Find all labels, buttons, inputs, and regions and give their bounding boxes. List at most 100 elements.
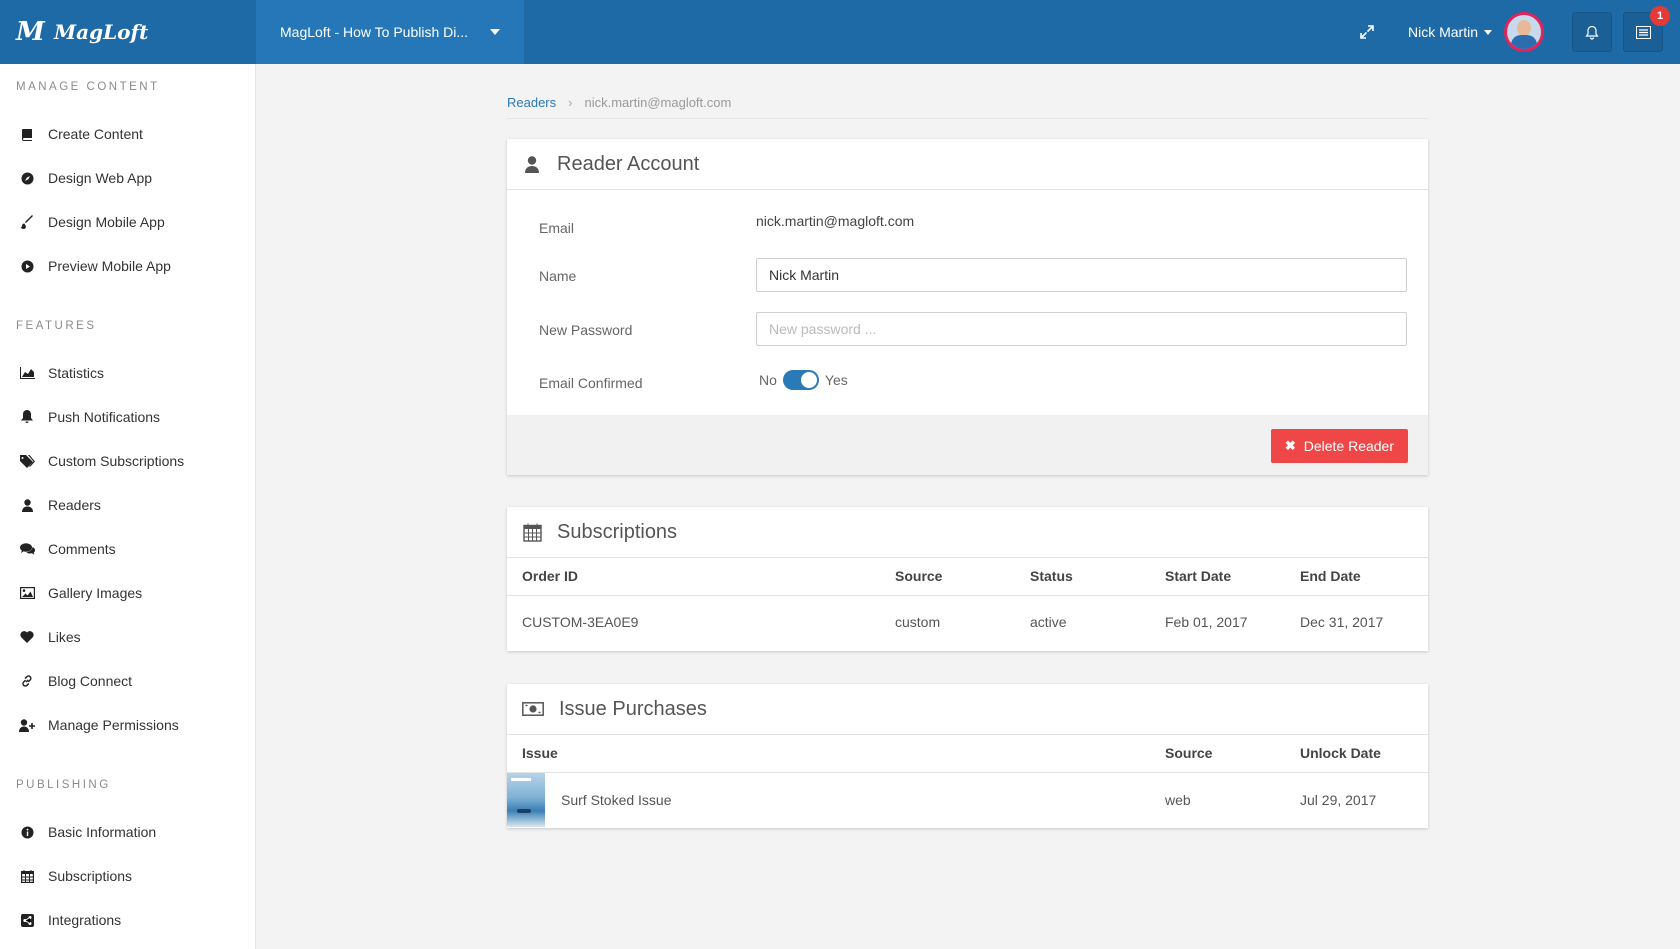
column-header: Status (1030, 558, 1165, 596)
sidebar: MANAGE CONTENT Create Content Design Web… (0, 64, 256, 949)
card-title: Issue Purchases (559, 697, 707, 720)
start-date-cell: Feb 01, 2017 (1165, 614, 1248, 631)
sidebar-item-subscriptions[interactable]: Subscriptions (0, 858, 255, 894)
user-icon (521, 153, 543, 175)
delete-reader-button[interactable]: ✖ Delete Reader (1270, 429, 1408, 463)
top-navbar: M MagLoft MagLoft - How To Publish Di...… (0, 0, 1680, 64)
sidebar-heading: MANAGE CONTENT (16, 81, 160, 93)
info-circle-icon (18, 824, 36, 840)
new-password-field[interactable] (756, 312, 1407, 346)
name-label: Name (539, 268, 577, 284)
sidebar-item-label: Preview Mobile App (48, 258, 171, 274)
end-date-cell: Dec 31, 2017 (1300, 614, 1384, 631)
status-cell: active (1030, 614, 1067, 631)
issue-purchases-table: Issue Source Unlock Date Surf Stoked Iss… (507, 735, 1428, 827)
comments-icon (18, 541, 36, 557)
breadcrumb: Readers › nick.martin@magloft.com (507, 95, 731, 110)
order-id-cell: CUSTOM-3EA0E9 (522, 614, 639, 631)
sidebar-item-label: Design Mobile App (48, 214, 165, 230)
email-label: Email (539, 220, 575, 236)
user-menu[interactable]: Nick Martin (1408, 0, 1493, 64)
list-icon (1635, 25, 1651, 39)
card-footer: ✖ Delete Reader (507, 415, 1428, 475)
delete-reader-label: Delete Reader (1303, 438, 1394, 454)
sidebar-item-likes[interactable]: Likes (0, 619, 255, 655)
sidebar-item-label: Design Web App (48, 170, 153, 186)
sidebar-item-label: Basic Information (48, 824, 157, 840)
sidebar-item-integrations[interactable]: Integrations (0, 902, 255, 938)
sidebar-item-push-notifications[interactable]: Push Notifications (0, 399, 255, 435)
card-title: Subscriptions (557, 520, 678, 543)
share-icon (18, 912, 36, 928)
table-row[interactable]: CUSTOM-3EA0E9 custom active Feb 01, 2017… (507, 595, 1428, 649)
table-row[interactable]: Surf Stoked Issue web Jul 29, 2017 (507, 772, 1428, 827)
sidebar-item-readers[interactable]: Readers (0, 487, 255, 523)
magloft-logo-icon: M (16, 17, 45, 47)
toggle-on-label: Yes (824, 372, 848, 388)
issue-cell: Surf Stoked Issue (507, 772, 1165, 827)
breadcrumb-current: nick.martin@magloft.com (584, 95, 732, 110)
issue-purchases-card: Issue Purchases Issue Source Unlock Date… (507, 684, 1428, 828)
user-plus-icon (18, 717, 36, 733)
sidebar-item-label: Manage Permissions (48, 717, 179, 733)
compass-icon (18, 170, 36, 186)
sidebar-item-custom-subscriptions[interactable]: Custom Subscriptions (0, 443, 255, 479)
sidebar-item-statistics[interactable]: Statistics (0, 355, 255, 391)
project-name: MagLoft - How To Publish Di... (280, 24, 469, 40)
reader-account-header: Reader Account (507, 139, 1428, 190)
sidebar-item-design-mobile-app[interactable]: Design Mobile App (0, 204, 255, 240)
source-cell: custom (895, 614, 941, 631)
sidebar-item-gallery-images[interactable]: Gallery Images (0, 575, 255, 611)
notification-count-badge: 1 (1650, 6, 1670, 26)
subscriptions-card: Subscriptions Order ID Source Status Sta… (507, 507, 1428, 651)
issue-name: Surf Stoked Issue (561, 791, 672, 808)
tags-icon (18, 453, 36, 469)
sidebar-item-label: Integrations (48, 912, 122, 928)
toggle-off-label: No (759, 372, 777, 388)
column-header: End Date (1300, 558, 1428, 596)
close-icon: ✖ (1284, 438, 1296, 453)
play-circle-icon (18, 258, 36, 274)
sidebar-heading: FEATURES (16, 320, 97, 332)
email-value: nick.martin@magloft.com (756, 213, 915, 229)
sidebar-item-comments[interactable]: Comments (0, 531, 255, 567)
column-header: Order ID (507, 558, 895, 596)
issue-cover-thumbnail (507, 772, 545, 827)
sidebar-item-create-content[interactable]: Create Content (0, 116, 255, 152)
notifications-button[interactable] (1572, 12, 1612, 52)
sidebar-item-basic-information[interactable]: Basic Information (0, 814, 255, 850)
sidebar-item-label: Push Notifications (48, 409, 161, 425)
column-header: Issue (507, 735, 1165, 773)
fullscreen-icon[interactable] (1359, 24, 1375, 40)
subscriptions-table: Order ID Source Status Start Date End Da… (507, 558, 1428, 649)
bell-icon (18, 409, 36, 425)
project-selector[interactable]: MagLoft - How To Publish Di... (256, 0, 524, 64)
column-header: Unlock Date (1300, 735, 1428, 773)
table-header-row: Issue Source Unlock Date (507, 735, 1428, 773)
sidebar-item-manage-permissions[interactable]: Manage Permissions (0, 707, 255, 743)
sidebar-item-blog-connect[interactable]: Blog Connect (0, 663, 255, 699)
heart-icon (18, 629, 36, 645)
image-icon (18, 585, 36, 601)
avatar[interactable] (1504, 12, 1544, 52)
name-field[interactable] (756, 258, 1407, 292)
sidebar-item-label: Gallery Images (48, 585, 143, 601)
sidebar-item-label: Comments (48, 541, 116, 557)
email-confirmed-toggle[interactable] (782, 370, 819, 390)
brand-name: MagLoft (54, 20, 149, 44)
table-header-row: Order ID Source Status Start Date End Da… (507, 558, 1428, 596)
chevron-down-icon (1484, 29, 1493, 35)
sidebar-item-preview-mobile-app[interactable]: Preview Mobile App (0, 248, 255, 284)
user-name: Nick Martin (1408, 24, 1479, 40)
calendar-icon (18, 868, 36, 884)
link-icon (18, 673, 36, 689)
sidebar-item-design-web-app[interactable]: Design Web App (0, 160, 255, 196)
user-icon (18, 497, 36, 513)
sidebar-item-label: Readers (48, 497, 101, 513)
brand-logo[interactable]: M MagLoft (0, 0, 256, 64)
breadcrumb-readers-link[interactable]: Readers (507, 95, 556, 110)
book-icon (18, 126, 36, 142)
reader-account-card: Reader Account Email nick.martin@magloft… (507, 139, 1428, 475)
breadcrumb-divider (507, 118, 1428, 119)
calendar-icon (521, 521, 543, 543)
